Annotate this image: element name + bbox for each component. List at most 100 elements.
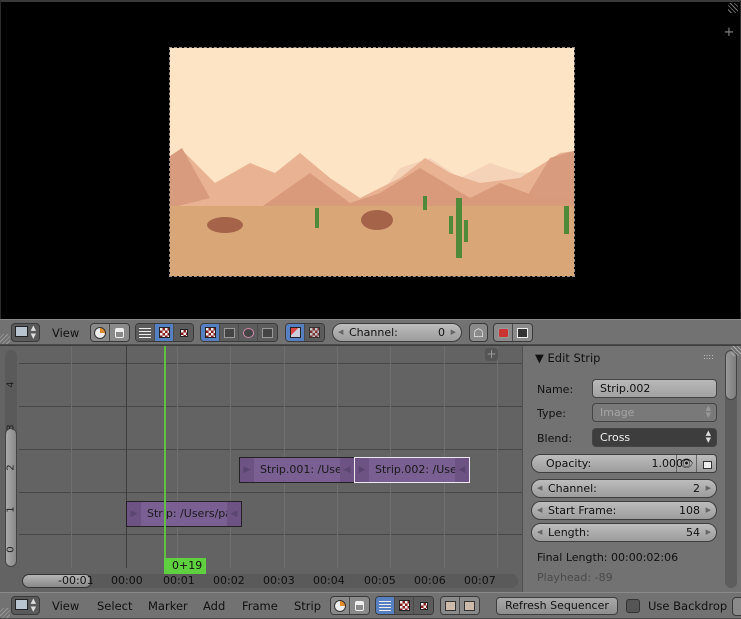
channel-label: 4	[5, 381, 17, 388]
decrement-arrow-icon[interactable]: ◀	[537, 480, 542, 497]
panel-header[interactable]: ▼ Edit Strip	[535, 351, 600, 365]
sequence-strip[interactable]: ▶ Strip: /Users/pa ◀	[126, 501, 242, 527]
length-field[interactable]: ◀ Length: 54 ▶	[531, 523, 717, 542]
preview-view-button[interactable]	[395, 597, 414, 614]
drag-grip-icon[interactable]: ::::	[703, 352, 714, 361]
area-split-handle[interactable]	[0, 608, 10, 618]
time-tick-label: 00:02	[213, 574, 245, 587]
overlay-button[interactable]	[286, 324, 305, 341]
menu-strip[interactable]: Strip	[294, 593, 321, 619]
add-region-plus-icon[interactable]: +	[722, 26, 736, 40]
increment-arrow-icon[interactable]: ▶	[706, 480, 711, 497]
cactus	[315, 208, 319, 228]
grid-line-zero	[126, 346, 127, 568]
use-backdrop-checkbox[interactable]	[626, 599, 640, 613]
refresh-sequencer-button[interactable]: Refresh Sequencer	[496, 597, 618, 615]
updown-arrows-icon: ▲ ▼	[705, 429, 711, 444]
menu-select[interactable]: Select	[97, 593, 132, 619]
copy-paste-group	[440, 596, 480, 615]
strip-right-handle-icon[interactable]: ◀	[227, 502, 241, 526]
histogram-icon	[262, 327, 273, 338]
start-frame-field[interactable]: ◀ Start Frame: 108 ▶	[531, 501, 717, 520]
decrement-arrow-icon[interactable]: ◀	[537, 524, 542, 541]
menu-view[interactable]: View	[52, 320, 79, 346]
sync-lock-group	[90, 323, 130, 342]
backdrop-button[interactable]	[305, 324, 324, 341]
menu-view[interactable]: View	[52, 593, 79, 619]
strip-left-handle-icon[interactable]: ▶	[127, 502, 141, 526]
area-split-handle[interactable]	[728, 3, 738, 13]
ghost-icon: ☖	[473, 325, 484, 340]
channel-field[interactable]: ◀ Channel: 0 ▶	[332, 323, 462, 342]
editor-type-button[interactable]: ▲ ▼	[11, 596, 40, 615]
type-value: Image	[600, 406, 635, 419]
strip-right-handle-icon[interactable]: ◀	[340, 458, 354, 482]
sequencer-preview-view-button[interactable]	[174, 324, 193, 341]
lock-icon-button[interactable]	[350, 597, 369, 614]
increment-arrow-icon[interactable]: ▶	[706, 524, 711, 541]
strip-left-handle-icon[interactable]: ▶	[355, 458, 369, 482]
decrement-arrow-icon[interactable]: ◀	[338, 324, 343, 341]
desert-scene-image	[170, 48, 574, 276]
add-region-plus-icon[interactable]: +	[485, 348, 498, 361]
sequencer-view-button[interactable]	[136, 324, 155, 341]
menu-marker[interactable]: Marker	[148, 593, 188, 619]
playhead-line[interactable]	[164, 346, 166, 570]
strip-right-handle-icon[interactable]: ◀	[455, 458, 469, 482]
area-split-handle[interactable]	[731, 346, 741, 356]
blend-value: Cross	[600, 431, 631, 444]
opacity-field[interactable]: Opacity: 1.000 👁	[531, 454, 717, 473]
histogram-button[interactable]	[258, 324, 277, 341]
area-split-handle[interactable]	[0, 334, 10, 344]
panel-scrollbar[interactable]	[725, 350, 737, 588]
overflow-button[interactable]	[732, 597, 741, 616]
clock-icon-button[interactable]	[91, 324, 110, 341]
lock-toggle-button[interactable]	[696, 455, 716, 472]
view-type-group	[375, 596, 434, 615]
decrement-arrow-icon[interactable]: ◀	[537, 502, 542, 519]
channel-label: Channel:	[349, 326, 398, 339]
menu-add[interactable]: Add	[203, 593, 225, 619]
sequencer-preview-view-button[interactable]	[414, 597, 433, 614]
lock-icon-button[interactable]	[110, 324, 129, 341]
copy-button[interactable]	[441, 597, 460, 614]
sequencer-view-button[interactable]	[376, 597, 395, 614]
channel-label: 2	[5, 464, 17, 471]
increment-arrow-icon[interactable]: ▶	[451, 324, 456, 341]
sequencer-timeline[interactable]: 4 3 2 1 0 + ▶ Strip: /Users/pa ◀ ▶ Strip…	[0, 346, 522, 592]
strip-left-handle-icon[interactable]: ▶	[240, 458, 254, 482]
cactus-arm	[449, 216, 453, 234]
updown-arrows-icon: ▲ ▼	[30, 597, 36, 613]
preview-area[interactable]: +	[0, 0, 741, 320]
menu-frame[interactable]: Frame	[242, 593, 278, 619]
strip-name-input[interactable]: Strip.002	[592, 379, 717, 398]
channel-separator	[19, 363, 522, 364]
eye-icon[interactable]: 👁	[676, 455, 696, 472]
render-animation-button[interactable]	[513, 324, 532, 341]
clock-icon-button[interactable]	[331, 597, 350, 614]
sequence-strip[interactable]: ▶ Strip.001: /Use ◀	[239, 457, 355, 483]
chroma-vectorscope-button[interactable]	[239, 324, 258, 341]
preview-view-button[interactable]	[155, 324, 174, 341]
start-frame-value: 108	[679, 504, 700, 517]
increment-arrow-icon[interactable]: ▶	[706, 502, 711, 519]
scrollbar-thumb[interactable]	[725, 350, 737, 400]
length-value: 54	[686, 526, 700, 539]
time-tick-label: 00:07	[464, 574, 496, 587]
strip-label: Strip.002: /Use	[375, 463, 457, 476]
ghost-button[interactable]: ☖	[469, 323, 488, 342]
editor-type-button[interactable]: ▲ ▼	[11, 323, 40, 342]
preview-view-icon	[398, 600, 410, 611]
strip-label: Strip.001: /Use	[260, 463, 342, 476]
preview-header: ▲ ▼ View ◀ Channel: 0 ▶ ☖	[0, 319, 741, 345]
channel-field[interactable]: ◀ Channel: 2 ▶	[531, 479, 717, 498]
render-image-button[interactable]	[494, 324, 513, 341]
use-backdrop-label[interactable]: Use Backdrop	[648, 593, 727, 619]
paste-button[interactable]	[460, 597, 479, 614]
type-dropdown[interactable]: Image ▲ ▼	[592, 403, 717, 422]
blend-dropdown[interactable]: Cross ▲ ▼	[592, 428, 717, 447]
display-mode-group	[200, 323, 278, 342]
image-preview-button[interactable]	[201, 324, 220, 341]
luma-waveform-button[interactable]	[220, 324, 239, 341]
sequence-strip-selected[interactable]: ▶ Strip.002: /Use ◀	[354, 457, 470, 483]
